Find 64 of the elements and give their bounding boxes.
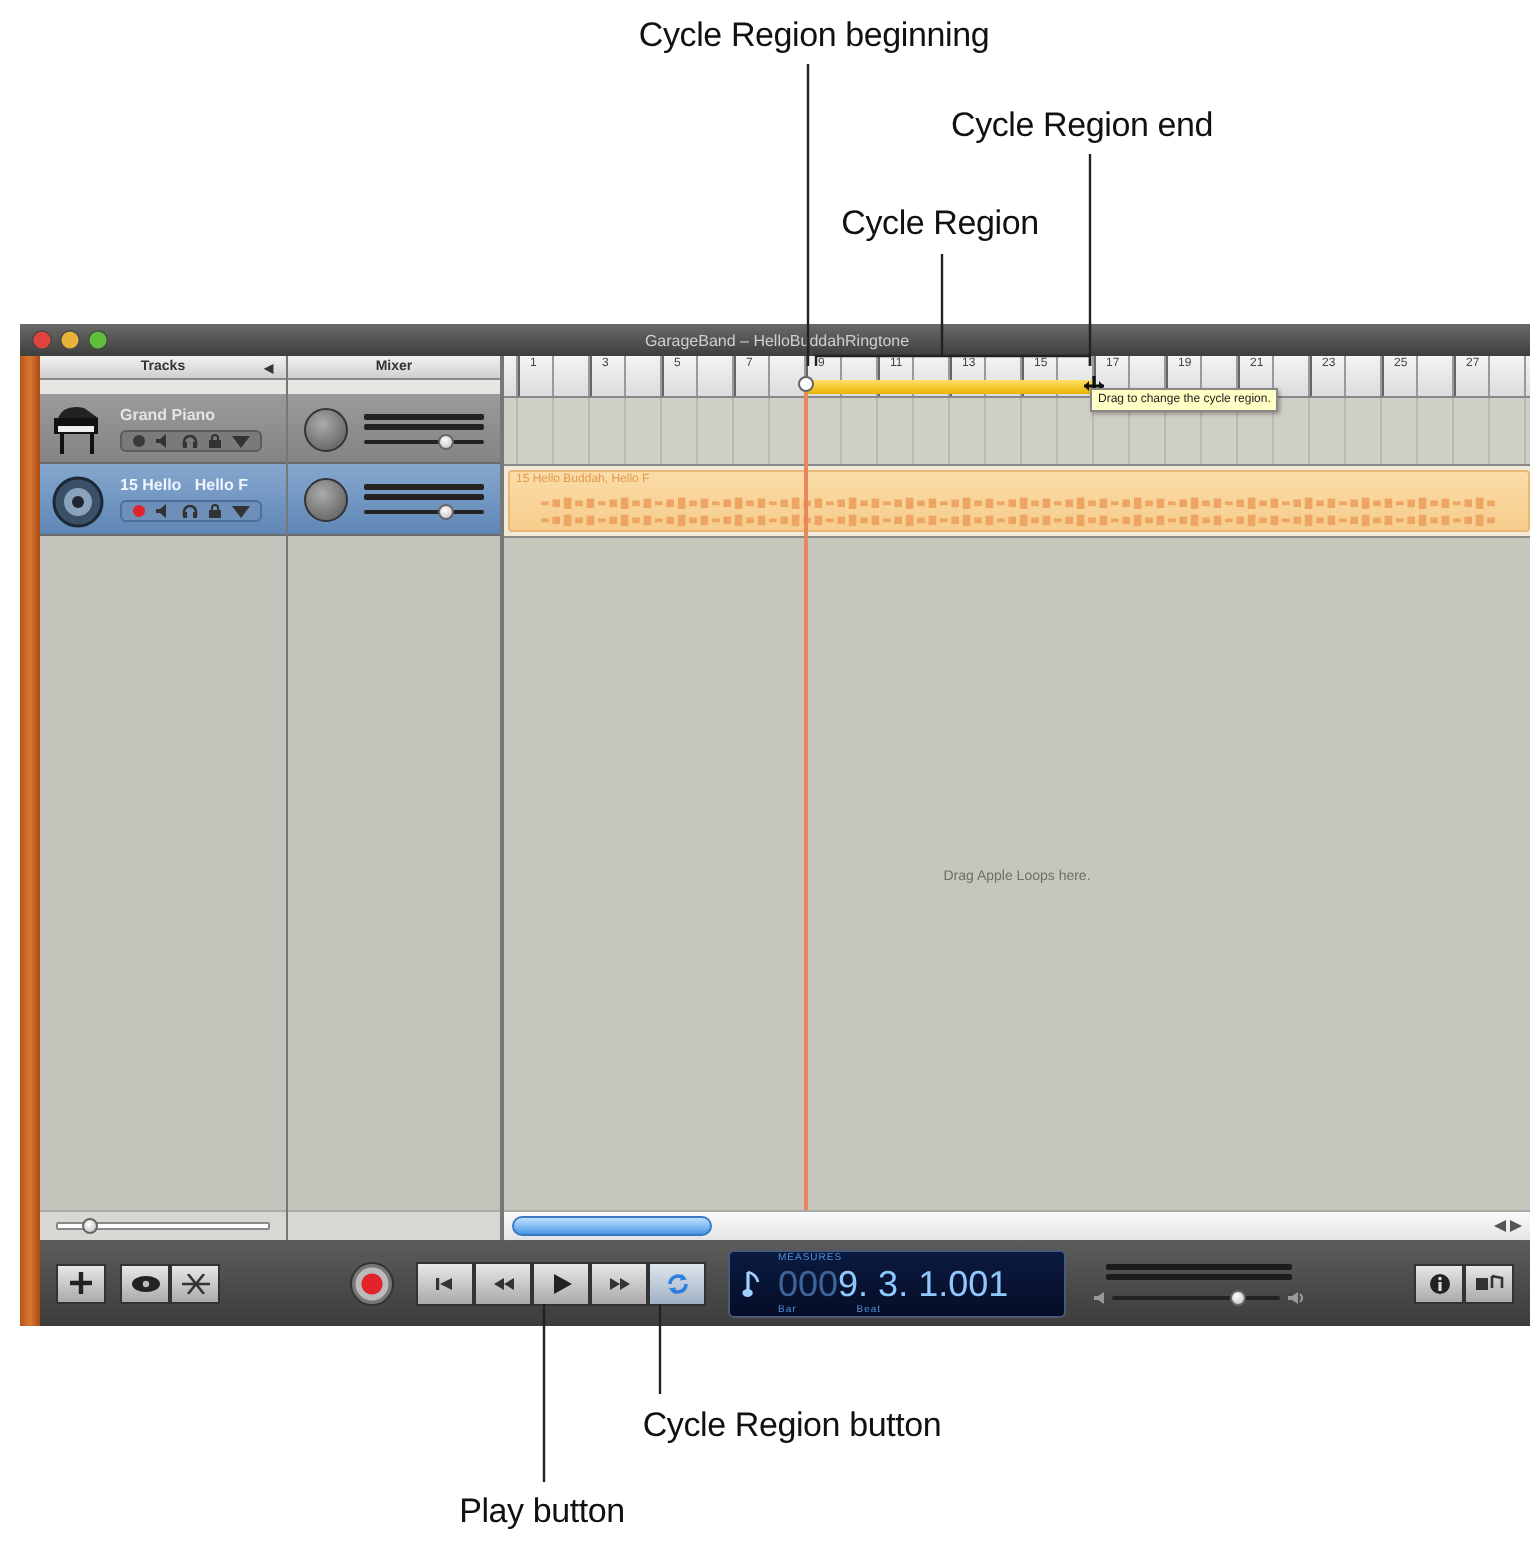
- level-meter: [364, 484, 484, 500]
- eye-icon: [131, 1275, 159, 1291]
- play-button[interactable]: [532, 1261, 590, 1305]
- headphones-icon[interactable]: [182, 434, 198, 448]
- cycle-icon: [665, 1271, 689, 1295]
- callout-label: Cycle Region end: [951, 106, 1213, 146]
- fast-forward-button[interactable]: [590, 1261, 648, 1305]
- callout-label: Play button: [459, 1492, 625, 1532]
- slider-thumb[interactable]: [437, 504, 454, 520]
- speaker-icon: [48, 471, 108, 527]
- playhead-handle[interactable]: [798, 376, 814, 392]
- scroll-right-icon[interactable]: [1510, 1220, 1522, 1232]
- pan-knob[interactable]: [304, 407, 348, 451]
- leader-line: [658, 1304, 662, 1394]
- mute-button[interactable]: [156, 504, 172, 518]
- lock-icon[interactable]: [208, 504, 222, 518]
- add-track-button[interactable]: [56, 1263, 106, 1303]
- cycle-region-bar[interactable]: [806, 380, 1094, 394]
- skip-back-icon: [435, 1275, 455, 1291]
- window-title: GarageBand – HelloBuddahRingtone: [642, 331, 912, 349]
- lock-icon[interactable]: [208, 434, 222, 448]
- go-to-start-button[interactable]: [416, 1261, 474, 1305]
- record-button[interactable]: [350, 1261, 394, 1305]
- info-button[interactable]: [1414, 1263, 1464, 1303]
- callout-label: Cycle Region: [841, 204, 1039, 244]
- headphones-icon[interactable]: [182, 504, 198, 518]
- track-header[interactable]: 15 Hello Hello F: [40, 464, 286, 536]
- volume-low-icon: [1094, 1291, 1104, 1303]
- dropdown-icon[interactable]: [232, 505, 250, 517]
- info-icon: [1429, 1273, 1449, 1293]
- mute-button[interactable]: [156, 434, 172, 448]
- horizontal-scrollbar[interactable]: [504, 1210, 1530, 1240]
- cycle-button[interactable]: [648, 1261, 706, 1305]
- media-browser-button[interactable]: [1464, 1263, 1514, 1303]
- move-cursor-icon: [1084, 376, 1104, 396]
- slider-thumb[interactable]: [1230, 1289, 1246, 1305]
- callout-label: Cycle Region button: [642, 1406, 942, 1446]
- scrollbar-thumb[interactable]: [512, 1216, 712, 1236]
- callout-label: Cycle Region beginning: [638, 16, 990, 56]
- volume-high-icon: [1288, 1291, 1304, 1303]
- minimize-button[interactable]: [60, 330, 80, 350]
- time-readout-placeholder: 000: [778, 1263, 839, 1303]
- play-icon: [551, 1273, 571, 1293]
- track-name: Grand Piano: [120, 406, 218, 424]
- loop-browser-button[interactable]: [120, 1263, 170, 1303]
- scroll-left-icon[interactable]: [1494, 1220, 1506, 1232]
- rewind-button[interactable]: [474, 1261, 532, 1305]
- editor-button[interactable]: [170, 1263, 220, 1303]
- record-enable-button[interactable]: [132, 434, 146, 448]
- zoom-slider[interactable]: [56, 1222, 270, 1230]
- track-header[interactable]: Grand Piano: [40, 396, 286, 464]
- track-name: 15 Hello Hello F: [120, 476, 251, 494]
- fast-forward-icon: [609, 1275, 629, 1291]
- plus-icon: [70, 1272, 92, 1294]
- media-icon: [1475, 1274, 1503, 1292]
- rewind-icon: [493, 1275, 513, 1291]
- slider-thumb[interactable]: [437, 434, 454, 450]
- time-readout: 9. 3. 1.001: [838, 1263, 1009, 1303]
- dropdown-icon[interactable]: [232, 435, 250, 447]
- music-note-icon: [742, 1265, 762, 1301]
- level-meter: [364, 414, 484, 430]
- slider-thumb[interactable]: [81, 1218, 98, 1234]
- zoom-button[interactable]: [88, 330, 108, 350]
- pan-knob[interactable]: [304, 477, 348, 521]
